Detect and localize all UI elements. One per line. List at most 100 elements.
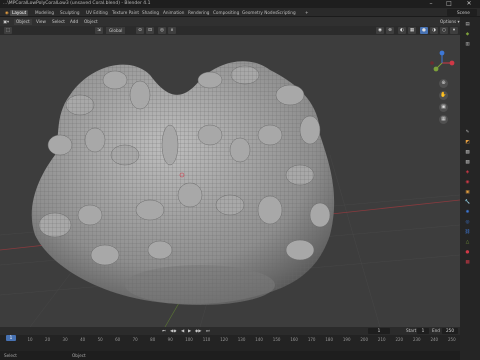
ruler-tick-label: 100 [185, 337, 193, 342]
ruler-tick-label: 110 [202, 337, 211, 342]
3d-viewport[interactable]: ⊕ ✋ ▣ ▦ [0, 35, 460, 327]
prev-key-icon[interactable]: ◀◆ [170, 328, 176, 334]
menu-add[interactable]: Add [70, 19, 78, 25]
tab-shading[interactable]: Shading [140, 10, 161, 16]
ruler-tick-label: 210 [377, 337, 386, 342]
ruler-tick-label: 240 [430, 337, 439, 342]
tab-animation[interactable]: Animation [161, 10, 186, 16]
menu-view[interactable]: View [36, 19, 46, 25]
minimize-button[interactable]: – [424, 0, 438, 8]
ortho-toggle-icon[interactable]: ▦ [439, 115, 448, 124]
ruler-tick-label: 70 [132, 337, 138, 342]
snap-icon[interactable]: ⊡ [146, 27, 154, 34]
scene-icon[interactable]: ▤ [464, 21, 471, 28]
navigation-gizmo[interactable] [428, 49, 456, 77]
tool-header: ⬚ ⇲ Global ⊙ ⊡ ◎ ∧ ◉ ⊕ ◐ ▦ ● ◑ ○ ▾ [0, 26, 460, 35]
collection-icon[interactable]: ▥ [464, 41, 471, 48]
view-layer-icon[interactable]: ◆ [464, 31, 471, 38]
world-props-icon[interactable]: ◉ [464, 179, 471, 186]
shading-material-icon[interactable]: ◑ [430, 27, 438, 34]
ruler-tick-label: 50 [97, 337, 103, 342]
play-reverse-icon[interactable]: ◀ [181, 328, 184, 334]
ruler-tick-label: 220 [395, 337, 404, 342]
window-titlebar: ...\MPCoralLowPolyCoralLow3 (unsaved Cor… [0, 0, 480, 8]
tab-texture-paint[interactable]: Texture Paint [110, 10, 141, 16]
menu-select[interactable]: Select [52, 19, 65, 25]
zoom-icon[interactable]: ⊕ [439, 79, 448, 88]
proportional-edit-icon[interactable]: ◎ [158, 27, 166, 34]
tab-uv-editing[interactable]: UV Editing [84, 10, 110, 16]
orientation-dropdown[interactable]: Global [106, 27, 126, 34]
ruler-tick-label: 170 [307, 337, 316, 342]
add-workspace-icon[interactable]: + [303, 10, 311, 16]
end-label: End [432, 328, 440, 333]
select-tool-icon[interactable]: ⬚ [4, 27, 12, 34]
physics-props-icon[interactable]: ◎ [464, 219, 471, 226]
particles-props-icon[interactable]: ✺ [464, 209, 471, 216]
material-props-icon[interactable]: ● [464, 249, 471, 256]
close-button[interactable]: ✕ [462, 0, 476, 8]
visibility-icon[interactable]: ◉ [376, 27, 384, 34]
tab-layout[interactable]: Layout [10, 10, 29, 16]
ruler-tick-label: 250 [448, 337, 456, 342]
shading-dropdown-icon[interactable]: ▾ [450, 27, 458, 34]
pan-icon[interactable]: ✋ [439, 91, 448, 100]
shading-solid-icon[interactable]: ● [420, 27, 428, 34]
constraints-props-icon[interactable]: ⛓ [464, 229, 471, 236]
end-frame-field[interactable]: 250 [442, 328, 458, 334]
modifier-props-icon[interactable]: 🔧 [464, 199, 471, 206]
coral-mesh[interactable] [31, 61, 335, 305]
maximize-button[interactable]: □ [442, 0, 456, 8]
menu-object[interactable]: Object [84, 19, 98, 25]
ruler-tick-label: 60 [115, 337, 121, 342]
pivot-point-icon[interactable]: ⊙ [136, 27, 144, 34]
current-frame-field[interactable]: 1 [368, 328, 390, 334]
start-label: Start [406, 328, 417, 333]
output-props-icon[interactable]: ▧ [464, 149, 471, 156]
start-frame-field[interactable]: 1 [417, 328, 429, 334]
ruler-tick-label: 90 [167, 337, 173, 342]
tab-sculpting[interactable]: Sculpting [58, 10, 82, 16]
transform-pivot-icon[interactable]: ⇲ [95, 27, 103, 34]
scene-name: Scene [457, 10, 470, 15]
ruler-tick-label: 40 [80, 337, 86, 342]
ruler-tick-label: 120 [220, 337, 228, 342]
ruler-tick-label: 10 [27, 337, 33, 342]
properties-tabs: ▤ ◆ ▥ ✎ ◩ ▧ ▨ ◈ ◉ ▣ 🔧 ✺ ◎ ⛓ △ ● ▩ [460, 17, 480, 360]
timeline-header: ⏮ ◀◆ ◀ ▶ ◆▶ ⏭ 1 Start 1 End 250 [0, 327, 460, 335]
tab-scripting[interactable]: Scripting [275, 10, 298, 16]
shading-rendered-icon[interactable]: ○ [440, 27, 448, 34]
editor-type-icon[interactable]: ▣▾ [3, 19, 9, 25]
status-bar: Select Object [0, 351, 460, 360]
data-props-icon[interactable]: △ [464, 239, 471, 246]
camera-view-icon[interactable]: ▣ [439, 103, 448, 112]
ruler-tick-label: 30 [62, 337, 68, 342]
texture-props-icon[interactable]: ▩ [464, 259, 471, 266]
overlays-icon[interactable]: ◐ [398, 27, 406, 34]
jump-start-icon[interactable]: ⏮ [162, 328, 166, 334]
visual-options[interactable]: Options ▾ [440, 19, 460, 25]
view-layer-props-icon[interactable]: ▨ [464, 159, 471, 166]
ruler-tick-label: 140 [255, 337, 263, 342]
xray-icon[interactable]: ▦ [408, 27, 416, 34]
play-icon[interactable]: ▶ [188, 328, 191, 334]
tab-rendering[interactable]: Rendering [186, 10, 211, 16]
status-left: Select [4, 353, 17, 358]
playhead[interactable]: 1 [6, 335, 16, 341]
ruler-tick-label: 150 [272, 337, 281, 342]
scene-props-icon[interactable]: ◈ [464, 169, 471, 176]
scene-selector[interactable]: Scene [447, 9, 477, 16]
object-props-icon[interactable]: ▣ [464, 189, 471, 196]
next-key-icon[interactable]: ◆▶ [195, 328, 201, 334]
tab-modeling[interactable]: Modeling [33, 10, 56, 16]
tab-compositing[interactable]: Compositing [211, 10, 241, 16]
falloff-icon[interactable]: ∧ [168, 27, 176, 34]
mode-selector[interactable]: Object [14, 19, 32, 25]
render-props-icon[interactable]: ◩ [464, 139, 471, 146]
gizmo-icon[interactable]: ⊕ [386, 27, 394, 34]
timeline[interactable]: ⏮ ◀◆ ◀ ▶ ◆▶ ⏭ 1 Start 1 End 250 01020304… [0, 327, 460, 351]
tab-geometry-nodes[interactable]: Geometry Nodes [240, 10, 279, 16]
window-title: ...\MPCoralLowPolyCoralLow3 (unsaved Cor… [3, 1, 151, 6]
jump-end-icon[interactable]: ⏭ [206, 328, 210, 334]
tool-props-icon[interactable]: ✎ [464, 129, 471, 136]
